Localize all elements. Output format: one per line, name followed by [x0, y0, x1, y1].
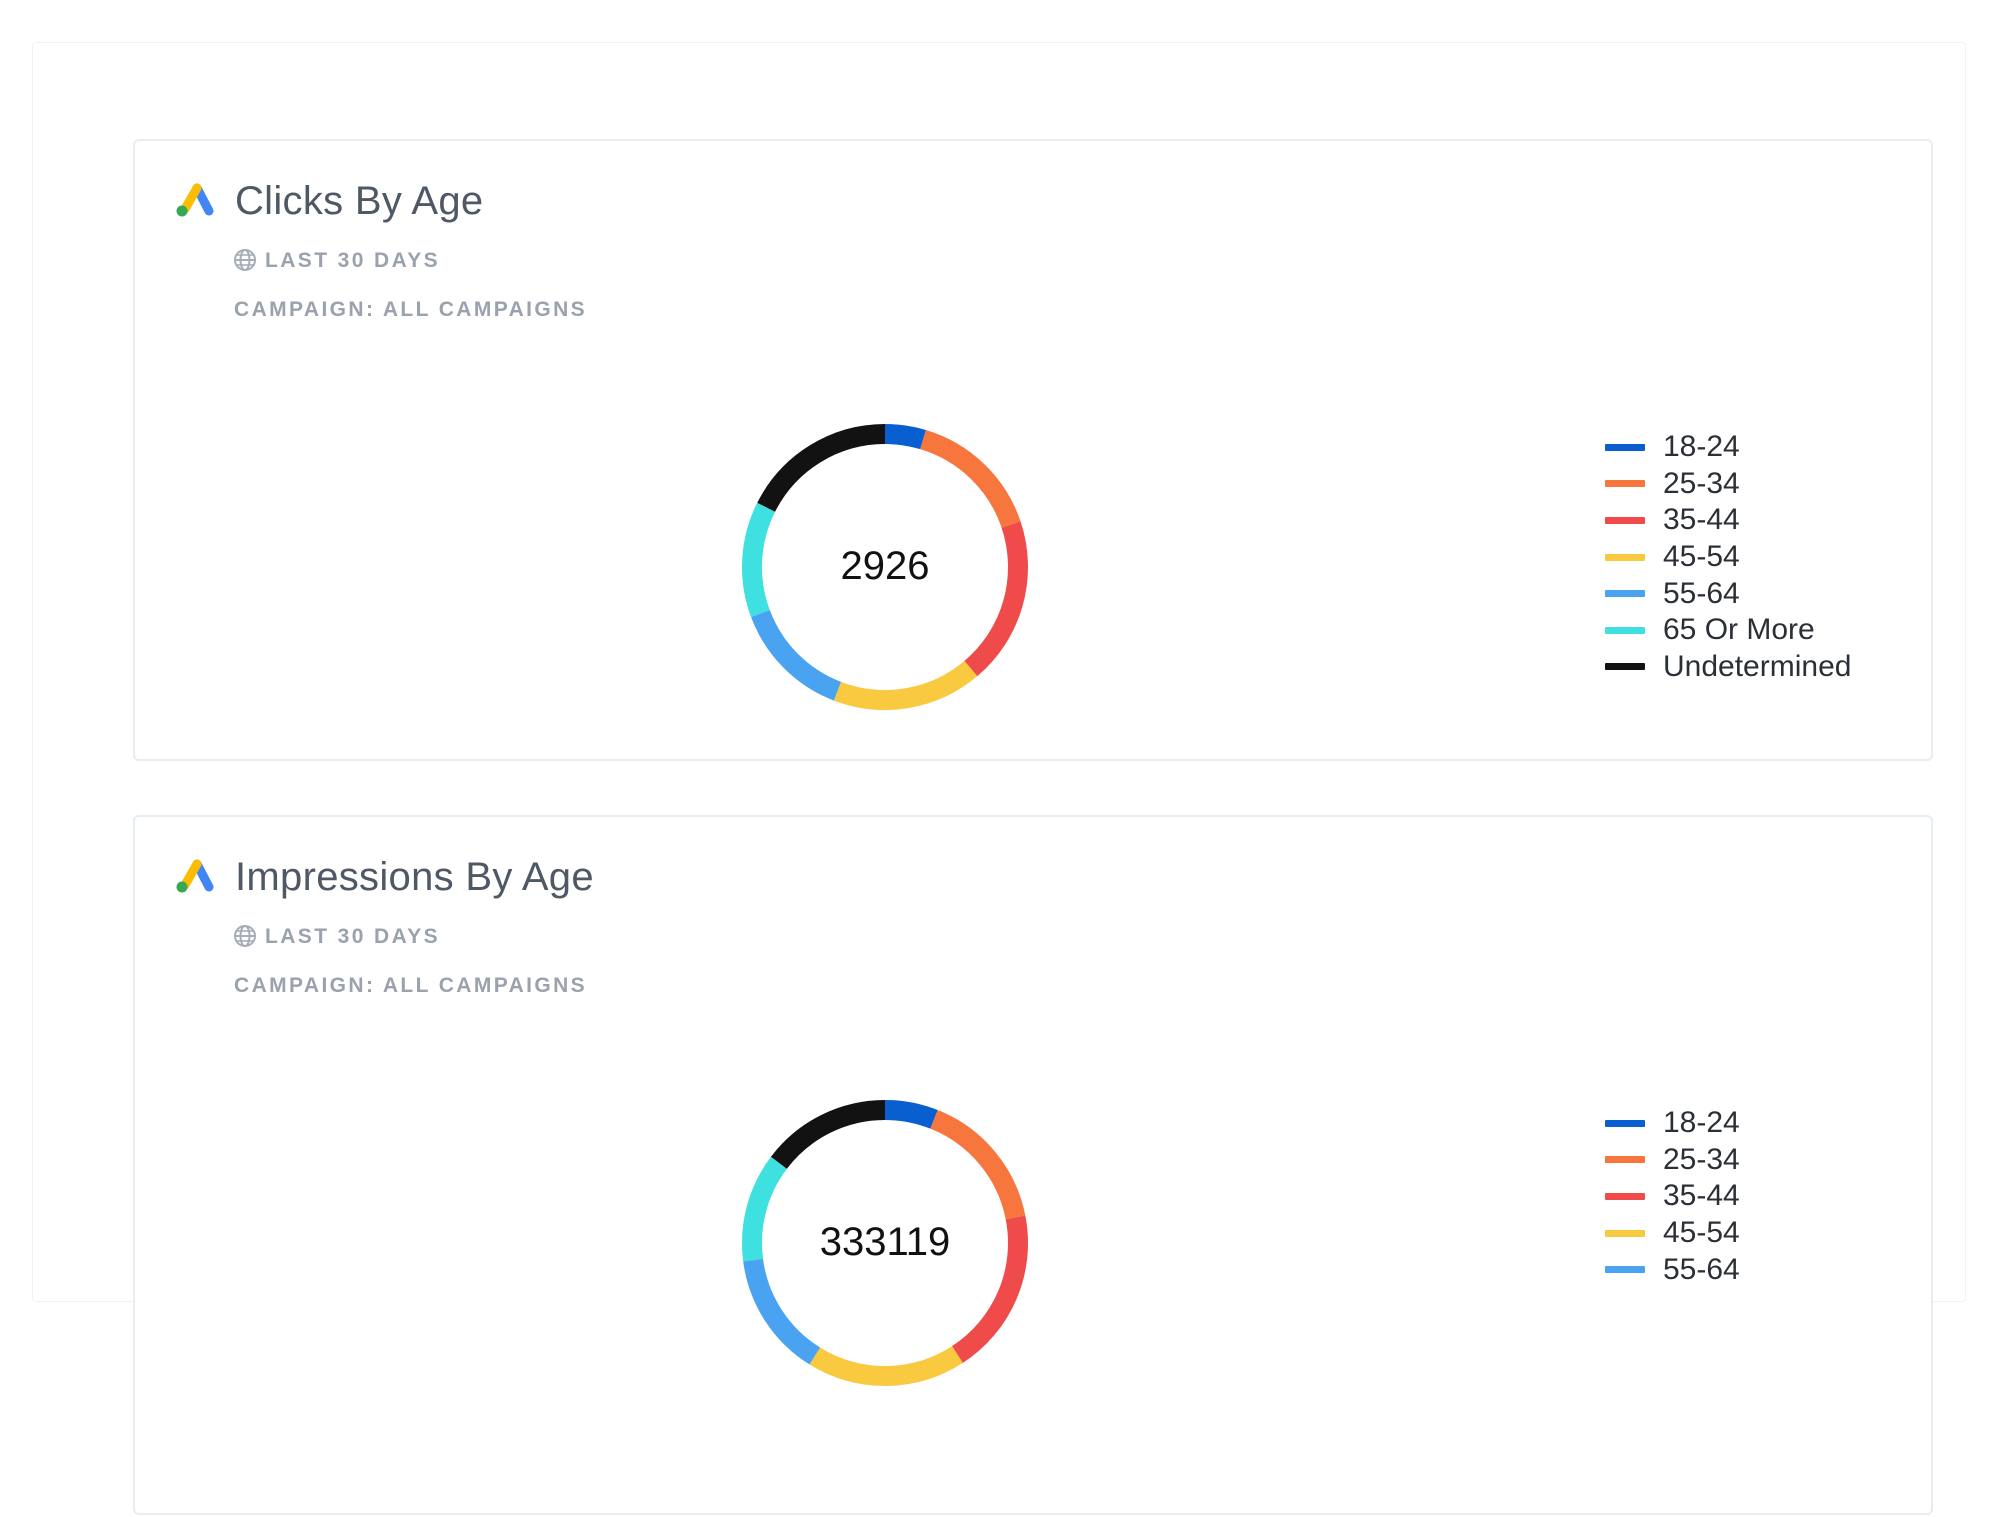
legend-swatch	[1605, 443, 1645, 451]
legend-swatch	[1605, 626, 1645, 634]
legend-swatch	[1605, 1266, 1645, 1274]
clicks-by-age-card: Clicks By Age LAST 30 DAYS CAMPAIGN: ALL…	[133, 139, 1933, 761]
legend-label: 25-34	[1663, 1142, 1740, 1176]
chart-legend: 18-24 25-34 35-44 45-54 55-64	[1605, 1105, 1740, 1288]
legend-swatch	[1605, 516, 1645, 524]
legend-label: 45-54	[1663, 1216, 1740, 1250]
donut-slice-65-or-more[interactable]	[742, 1156, 787, 1262]
legend-item[interactable]: 18-24	[1605, 1105, 1740, 1142]
legend-item[interactable]: 25-34	[1605, 466, 1851, 503]
donut-center-total: 333119	[820, 1220, 951, 1264]
legend-item[interactable]: Undetermined	[1605, 649, 1851, 686]
legend-label: 65 Or More	[1663, 613, 1815, 647]
donut-slice-55-64[interactable]	[751, 609, 842, 701]
donut-slice-65-or-more[interactable]	[742, 502, 776, 618]
legend-label: 45-54	[1663, 540, 1740, 574]
legend-swatch	[1605, 590, 1645, 598]
legend-label: 18-24	[1663, 1106, 1740, 1140]
legend-swatch	[1605, 663, 1645, 671]
legend-item[interactable]: 35-44	[1605, 1178, 1740, 1215]
legend-item[interactable]: 35-44	[1605, 502, 1851, 539]
legend-item[interactable]: 65 Or More	[1605, 612, 1851, 649]
legend-label: 35-44	[1663, 1179, 1740, 1213]
donut-slice-18-24[interactable]	[884, 1100, 938, 1129]
dashboard-panel: Clicks By Age LAST 30 DAYS CAMPAIGN: ALL…	[32, 42, 1966, 1515]
legend-swatch	[1605, 553, 1645, 561]
legend-item[interactable]: 45-54	[1605, 539, 1851, 576]
chart-legend: 18-24 25-34 35-44 45-54 55-64 65 Or More Undet…	[1605, 429, 1851, 685]
legend-label: 25-34	[1663, 466, 1740, 500]
donut-slice-undetermined[interactable]	[757, 424, 886, 513]
legend-label: 55-64	[1663, 576, 1740, 610]
donut-center-total: 2926	[841, 544, 930, 588]
impressions-by-age-card: Impressions By Age LAST 30 DAYS CAMPAIGN…	[133, 815, 1933, 1515]
donut-slice-45-54[interactable]	[833, 660, 978, 710]
legend-label: 35-44	[1663, 503, 1740, 537]
donut-slice-55-64[interactable]	[743, 1258, 821, 1365]
legend-item[interactable]: 55-64	[1605, 1251, 1740, 1288]
legend-swatch	[1605, 480, 1645, 488]
legend-swatch	[1605, 1192, 1645, 1200]
donut-slice-undetermined[interactable]	[770, 1100, 886, 1170]
legend-item[interactable]: 18-24	[1605, 429, 1851, 466]
legend-swatch	[1605, 1229, 1645, 1237]
legend-swatch	[1605, 1156, 1645, 1164]
legend-label: 18-24	[1663, 430, 1740, 464]
donut-slice-25-34[interactable]	[919, 429, 1021, 528]
donut-slice-35-44[interactable]	[951, 1215, 1028, 1363]
legend-label: Undetermined	[1663, 649, 1852, 683]
legend-swatch	[1605, 1119, 1645, 1127]
legend-item[interactable]: 25-34	[1605, 1142, 1740, 1179]
donut-slice-18-24[interactable]	[884, 424, 926, 450]
legend-label: 55-64	[1663, 1252, 1740, 1286]
donut-slice-25-34[interactable]	[930, 1110, 1026, 1220]
legend-item[interactable]: 55-64	[1605, 575, 1851, 612]
donut-slice-45-54[interactable]	[809, 1346, 963, 1386]
donut-slice-35-44[interactable]	[964, 521, 1028, 677]
legend-item[interactable]: 45-54	[1605, 1215, 1740, 1252]
